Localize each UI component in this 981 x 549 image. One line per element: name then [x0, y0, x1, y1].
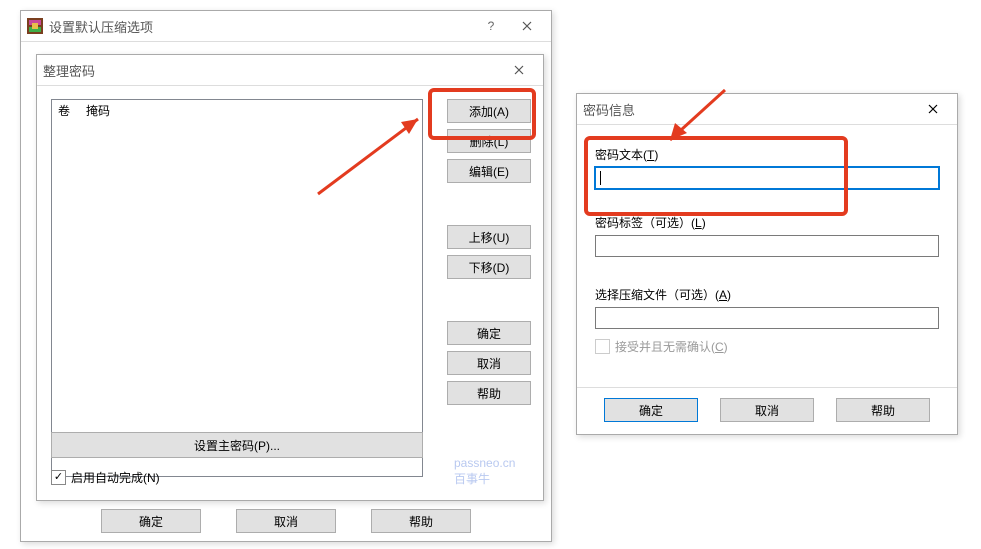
info-help-button[interactable]: 帮助: [836, 398, 930, 422]
archive-label: 选择压缩文件（可选）(A): [595, 286, 939, 303]
watermark: passneo.cn 百事牛: [454, 456, 515, 487]
parent-help-button[interactable]: 帮助: [371, 509, 471, 533]
move-down-button[interactable]: 下移(D): [447, 255, 531, 279]
app-icon: [27, 18, 43, 34]
delete-button[interactable]: 删除(L): [447, 129, 531, 153]
accept-no-confirm-checkbox: 接受并且无需确认(C): [595, 338, 728, 355]
close-icon[interactable]: [509, 15, 545, 37]
column-vol: 卷: [58, 102, 86, 119]
move-up-button[interactable]: 上移(U): [447, 225, 531, 249]
parent-ok-button[interactable]: 确定: [101, 509, 201, 533]
organize-title: 整理密码: [43, 61, 501, 80]
close-icon[interactable]: [915, 98, 951, 120]
help-icon[interactable]: ?: [473, 15, 509, 37]
accept-no-confirm-label: 接受并且无需确认(C): [615, 338, 728, 355]
auto-complete-checkbox[interactable]: ✓ 启用自动完成(N): [51, 469, 160, 486]
info-cancel-button[interactable]: 取消: [720, 398, 814, 422]
info-title: 密码信息: [583, 100, 915, 119]
side-help-button[interactable]: 帮助: [447, 381, 531, 405]
password-label-label: 密码标签（可选）(L): [595, 214, 939, 231]
set-master-password-button[interactable]: 设置主密码(P)...: [51, 432, 423, 458]
text-cursor: [600, 171, 601, 185]
default-compress-titlebar: 设置默认压缩选项 ?: [21, 11, 551, 42]
side-ok-button[interactable]: 确定: [447, 321, 531, 345]
close-icon[interactable]: [501, 59, 537, 81]
side-cancel-button[interactable]: 取消: [447, 351, 531, 375]
organize-titlebar: 整理密码: [37, 55, 543, 86]
password-text-input[interactable]: [595, 167, 939, 189]
password-listbox[interactable]: 卷 掩码: [51, 99, 423, 477]
organize-password-dialog: 整理密码 卷 掩码 添加(A) 删除(L) 编辑(E) 上移(U) 下移(D) …: [36, 54, 544, 501]
add-button[interactable]: 添加(A): [447, 99, 531, 123]
auto-complete-label: 启用自动完成(N): [71, 469, 160, 486]
password-label-input[interactable]: [595, 235, 939, 257]
password-info-dialog: 密码信息 密码文本(T) 密码标签（可选）(L) 选择压缩文件（可选）(A) 接…: [576, 93, 958, 435]
info-ok-button[interactable]: 确定: [604, 398, 698, 422]
info-titlebar: 密码信息: [577, 94, 957, 125]
parent-cancel-button[interactable]: 取消: [236, 509, 336, 533]
default-compress-title: 设置默认压缩选项: [49, 17, 473, 36]
edit-button[interactable]: 编辑(E): [447, 159, 531, 183]
archive-input[interactable]: [595, 307, 939, 329]
password-text-label: 密码文本(T): [595, 146, 939, 163]
column-mask: 掩码: [86, 102, 110, 119]
